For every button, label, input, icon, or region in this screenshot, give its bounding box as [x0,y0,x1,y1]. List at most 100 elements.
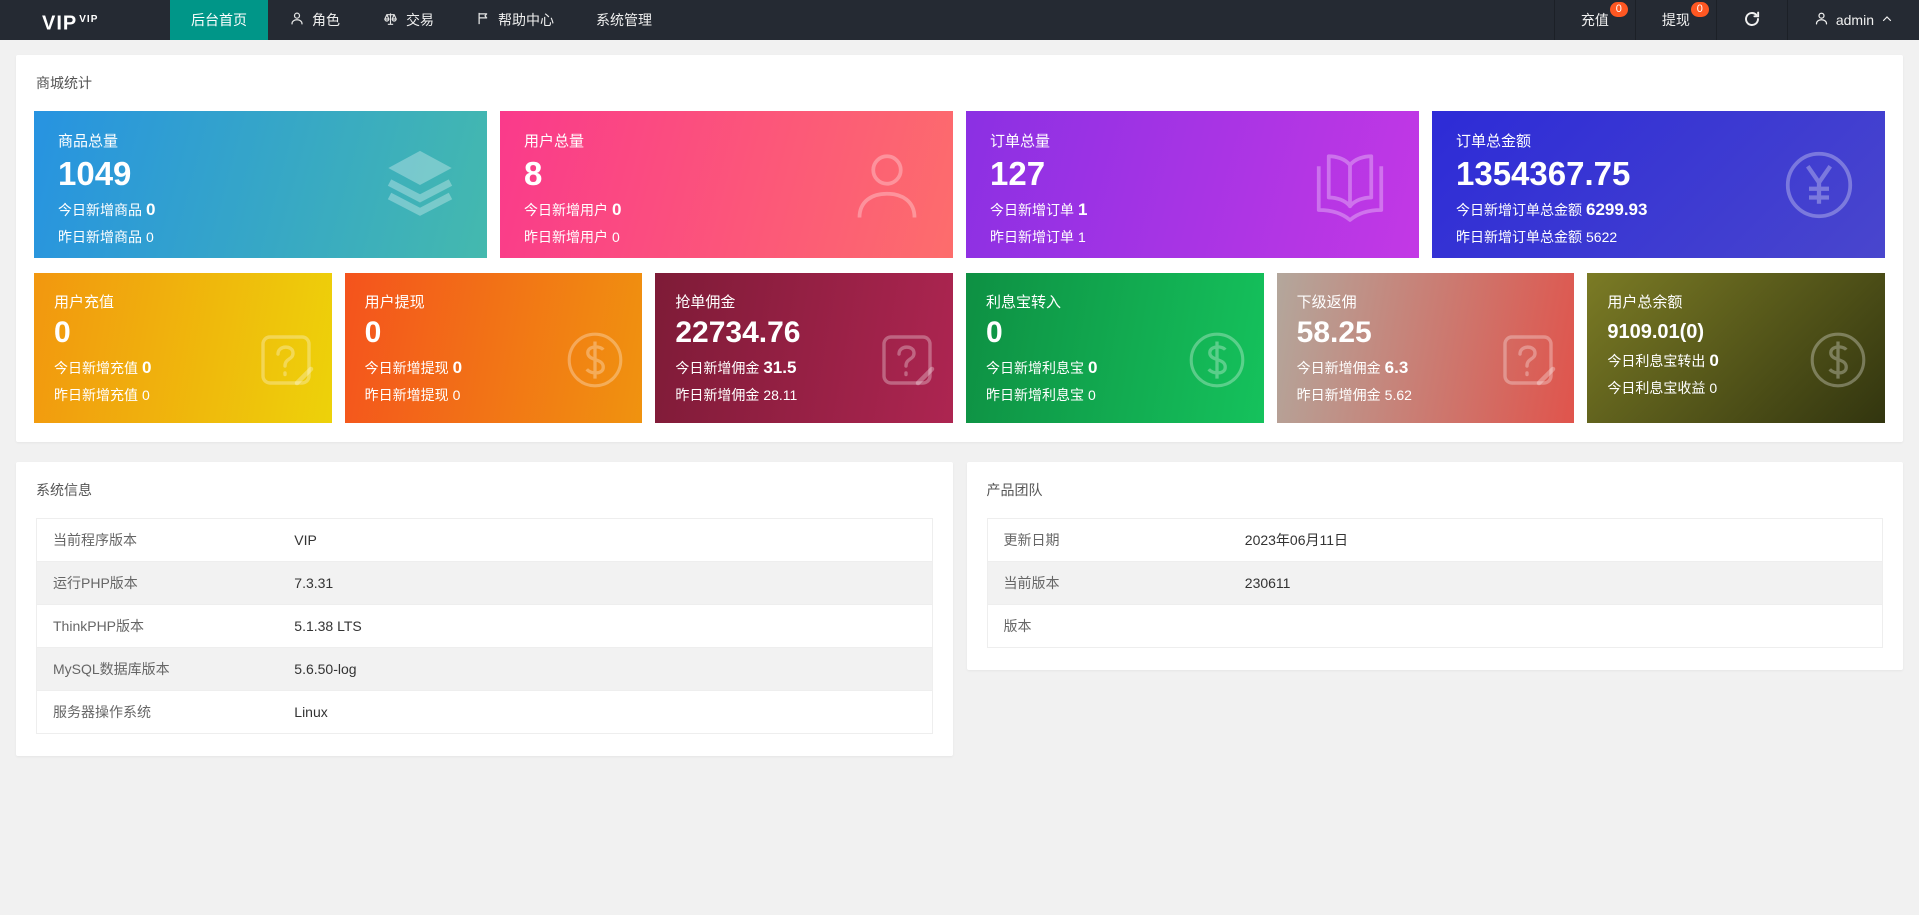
card-today-value: 0 [146,199,156,219]
edit-icon [254,328,318,392]
card-yesterday-label: 昨日新增佣金 [1296,386,1381,403]
card-yesterday-label: 昨日新增提现 [364,386,449,403]
recharge-badge: 0 [1609,2,1628,17]
table-row: 运行PHP版本 7.3.31 [36,561,932,605]
card-yesterday-label: 今日利息宝收益 [1607,380,1706,396]
system-info-table: 当前程序版本 VIP 运行PHP版本 7.3.31 ThinkPHP版本 5.1.38 L… [36,518,933,734]
book-icon [1307,145,1393,225]
withdraw-label: 提现 [1661,12,1690,28]
card-today-value: 0 [1709,351,1719,370]
refresh-button[interactable] [1715,0,1787,40]
card-today-label: 今日新增商品 [58,201,142,218]
card-today-label: 今日新增利息宝 [985,359,1084,376]
navbar-right: 充值 0 提现 0 admin [1553,0,1919,40]
big-stat-cards: 商品总量 1049 今日新增商品 0 昨日新增商品 0 用户总量 8 今日新增用户 0 昨日新增用户… [16,105,1903,258]
card-yesterday-value: 0 [1709,380,1718,396]
dollar-icon [562,327,628,393]
card-yesterday-value: 0 [452,386,461,403]
card-today-value: 6.3 [1384,357,1409,377]
card-today-value: 31.5 [763,357,797,377]
card-today-label: 今日新增充值 [54,359,138,376]
scales-icon [382,11,399,30]
nav-item-home[interactable]: 后台首页 [170,0,268,40]
bottom-panels: 系统信息 当前程序版本 VIP 运行PHP版本 7.3.31 ThinkPHP版本 5.1… [16,462,1903,756]
card-label: 用户提现 [364,294,425,311]
withdraw-button[interactable]: 提现 0 [1634,0,1716,40]
card-yesterday-label: 昨日新增充值 [54,386,138,403]
card-yesterday-value: 0 [1087,386,1096,403]
dollar-icon [1184,327,1250,393]
row-label: 当前版本 [987,561,1229,605]
stat-card-total-users: 用户总量 8 今日新增用户 0 昨日新增用户 0 [500,111,953,258]
nav-item-label: 帮助中心 [498,12,554,28]
card-yesterday-line: 昨日新增订单总金额 5622 [1456,227,1861,247]
card-today-value: 0 [142,357,152,377]
card-yesterday-label: 昨日新增佣金 [675,386,760,403]
row-label: ThinkPHP版本 [36,604,279,648]
card-yesterday-label: 昨日新增商品 [58,228,142,245]
nav-item-help-center[interactable]: 帮助中心 [455,0,575,40]
system-info-title: 系统信息 [36,482,92,498]
row-value: 7.3.31 [278,561,932,605]
layers-icon [379,146,461,224]
card-yesterday-value: 28.11 [763,386,798,403]
recharge-button[interactable]: 充值 0 [1553,0,1635,40]
shop-stats-panel: 商城统计 商品总量 1049 今日新增商品 0 昨日新增商品 0 用户总量 8 今日新增用户 0 昨… [16,55,1903,442]
row-value: Linux [278,690,932,734]
row-label: 服务器操作系统 [36,690,279,734]
card-yesterday-value: 5.62 [1384,386,1412,403]
row-value-link[interactable]: 2023年06月11日 [1229,519,1883,562]
stat-card-total-products: 商品总量 1049 今日新增商品 0 昨日新增商品 0 [34,111,487,258]
card-yesterday-label: 昨日新增用户 [524,228,608,245]
row-value-link[interactable]: 230611 [1228,561,1883,605]
nav-item-role[interactable]: 角色 [268,0,361,40]
top-navbar: VIP VIP 后台首页 角色 交易 帮助中心 系统管理 充值 0 提现 0 admin [0,0,1919,40]
recharge-label: 充值 [1580,12,1609,28]
withdraw-badge: 0 [1690,2,1709,17]
nav-item-label: 系统管理 [596,12,652,28]
row-label: 更新日期 [1003,532,1060,548]
stat-card-user-total-balance: 用户总余额 9109.01(0) 今日利息宝转出 0 今日利息宝收益 0 [1587,273,1885,423]
card-today-value: 0 [452,357,463,377]
card-today-label: 今日新增提现 [364,359,449,376]
app-logo: VIP VIP [0,0,170,40]
card-yesterday-line: 昨日新增用户 0 [524,227,929,247]
nav-item-label: 角色 [312,12,340,28]
nav-item-system-manage[interactable]: 系统管理 [575,0,673,40]
stat-card-user-recharge: 用户充值 0 今日新增充值 0 昨日新增充值 0 [34,273,332,423]
main-menu: 后台首页 角色 交易 帮助中心 系统管理 [170,0,673,40]
card-yesterday-value: 1 [1078,228,1086,245]
stat-card-total-orders: 订单总量 127 今日新增订单 1 昨日新增订单 1 [966,111,1419,258]
nav-item-trade[interactable]: 交易 [361,0,455,40]
row-value: 5.6.50-log [278,647,932,691]
yen-icon [1779,145,1859,225]
username: admin [1835,12,1874,28]
edit-icon [875,328,939,392]
row-label: 运行PHP版本 [36,561,279,605]
table-row: MySQL数据库版本 5.6.50-log [36,647,932,691]
product-team-panel: 产品团队 更新日期 2023年06月11日 当前版本 230611 版本 [966,462,1903,670]
card-today-label: 今日新增佣金 [675,359,760,376]
table-row: 版本 [987,604,1883,648]
stat-card-interest-transfer-in: 利息宝转入 0 今日新增利息宝 0 昨日新增利息宝 0 [965,273,1264,423]
nav-item-label: 后台首页 [191,12,247,28]
card-label: 用户总余额 [1607,294,1683,311]
row-label: MySQL数据库版本 [36,647,279,691]
row-value: 5.1.38 LTS [278,604,932,648]
card-yesterday-value: 5622 [1586,228,1618,245]
main-content: 商城统计 商品总量 1049 今日新增商品 0 昨日新增商品 0 用户总量 8 今日新增用户 0 昨… [0,40,1919,756]
small-stat-cards: 用户充值 0 今日新增充值 0 昨日新增充值 0 用户提现 0 今日新增提现 0 昨日新增提现 0 抢单… [16,258,1903,442]
card-yesterday-value: 0 [612,228,620,245]
person-icon [847,145,927,225]
card-today-label: 今日新增订单 [990,201,1074,218]
card-yesterday-label: 昨日新增订单总金额 [1456,228,1582,245]
nav-item-label: 交易 [406,12,434,28]
user-dropdown[interactable]: admin [1786,0,1919,40]
card-today-value: 6299.93 [1586,199,1648,219]
table-row: ThinkPHP版本 5.1.38 LTS [36,604,932,648]
card-yesterday-label: 昨日新增利息宝 [985,386,1084,403]
stat-card-user-withdraw: 用户提现 0 今日新增提现 0 昨日新增提现 0 [344,273,643,423]
card-today-value: 0 [1087,357,1098,377]
table-row: 当前版本 230611 [987,561,1883,605]
edit-icon [1496,328,1560,392]
